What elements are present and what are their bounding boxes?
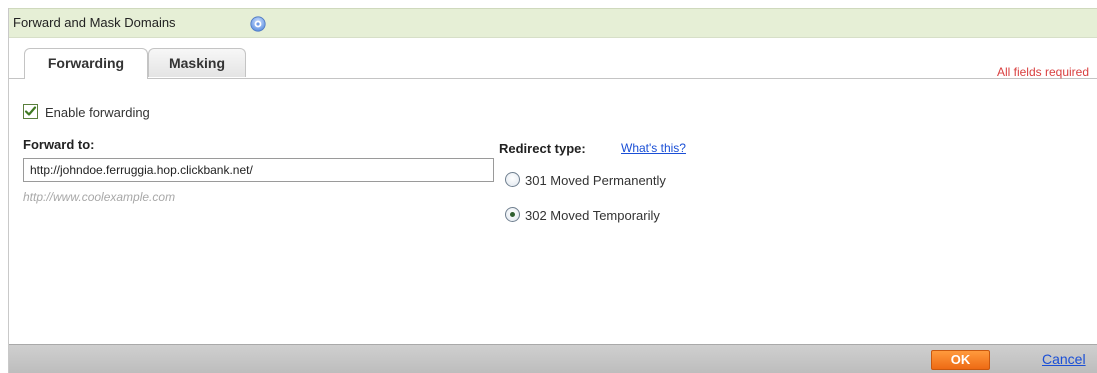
cancel-link[interactable]: Cancel [1042,351,1086,367]
radio-302-label: 302 Moved Temporarily [525,208,660,223]
redirect-type-label: Redirect type: [499,141,586,156]
forward-to-label: Forward to: [23,137,95,152]
checkmark-icon [24,106,37,116]
radio-301-label: 301 Moved Permanently [525,173,666,188]
tab-masking[interactable]: Masking [148,48,246,77]
forward-to-input[interactable] [23,158,494,182]
tab-forwarding[interactable]: Forwarding [24,48,148,79]
forward-to-example-hint: http://www.coolexample.com [23,190,176,204]
forward-mask-dialog: Forward and Mask Domains Forwarding Mask… [8,8,1097,373]
radio-302[interactable] [505,207,520,222]
dialog-footer: OK Cancel [9,344,1097,373]
tab-bar: Forwarding Masking [9,38,1097,79]
ok-button[interactable]: OK [931,350,990,370]
enable-forwarding-checkbox[interactable] [23,104,38,119]
radio-301[interactable] [505,172,520,187]
enable-forwarding-label: Enable forwarding [45,105,150,120]
required-fields-note: All fields required [996,65,1089,79]
dialog-title: Forward and Mask Domains [13,15,176,30]
dialog-titlebar: Forward and Mask Domains [9,8,1097,38]
whats-this-link[interactable]: What's this? [621,141,686,155]
help-icon[interactable] [250,16,266,32]
